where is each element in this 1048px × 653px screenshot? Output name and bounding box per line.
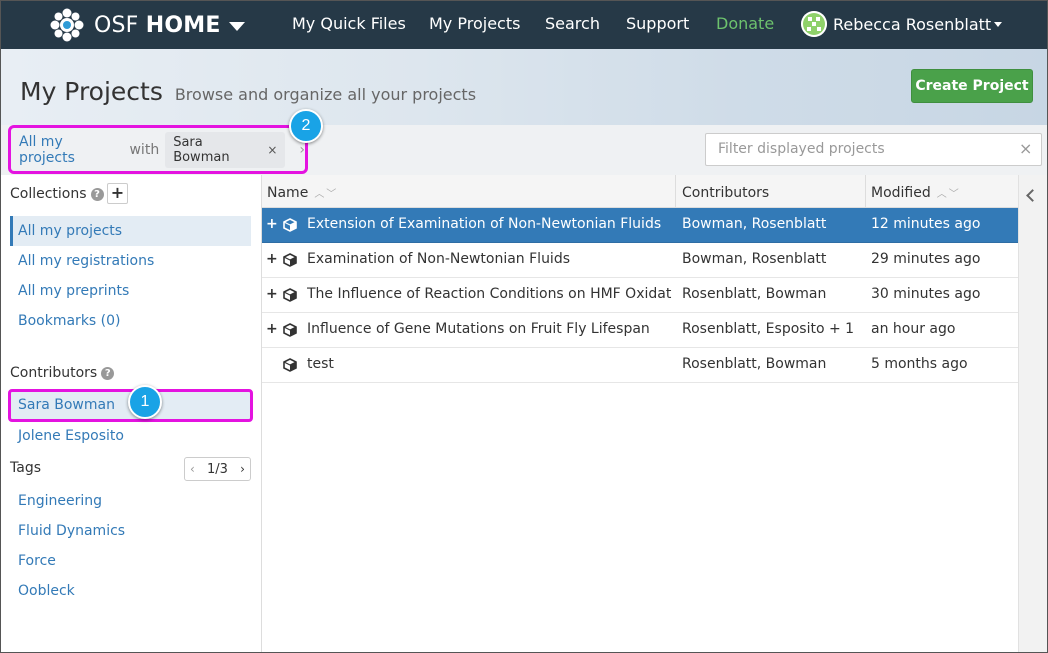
add-collection-button[interactable]: + <box>107 183 128 204</box>
collections-heading: Collections ? <box>10 186 104 202</box>
contributor-filter-chip: Sara Bowman × <box>165 131 286 168</box>
sidebar-tag-engineering[interactable]: Engineering <box>10 486 251 516</box>
pager-prev-icon[interactable]: ‹ <box>190 462 195 476</box>
modified-cell: 29 minutes ago <box>871 251 981 267</box>
tags-heading: Tags <box>10 460 41 476</box>
osf-home-menu[interactable]: OSF HOME <box>50 7 245 43</box>
contributors-cell: Rosenblatt, Bowman <box>682 356 827 372</box>
project-name-cell[interactable]: The Influence of Reaction Conditions on … <box>307 278 672 311</box>
sidebar-tag-fluid-dynamics[interactable]: Fluid Dynamics <box>10 516 251 546</box>
osf-logo-icon <box>50 8 84 42</box>
filter-projects-input[interactable]: Filter displayed projects <box>705 133 1042 166</box>
breadcrumb-with-label: with <box>129 141 160 158</box>
table-row[interactable]: test Rosenblatt, Bowman 5 months ago <box>262 348 1018 383</box>
sort-icon[interactable]: ︿﹀ <box>314 189 338 200</box>
column-header-name[interactable]: Name ︿﹀ <box>267 175 338 208</box>
project-name-cell[interactable]: Influence of Gene Mutations on Fruit Fly… <box>307 313 672 346</box>
project-name-cell[interactable]: Examination of Non-Newtonian Fluids <box>307 243 672 276</box>
remove-filter-icon[interactable]: × <box>267 143 277 157</box>
breadcrumb: All my projects with Sara Bowman × › <box>8 125 308 174</box>
collections-heading-text: Collections <box>10 186 87 202</box>
contributors-cell: Bowman, Rosenblatt <box>682 251 827 267</box>
sidebar-item-all-my-preprints[interactable]: All my preprints <box>10 276 251 306</box>
project-name-cell[interactable]: Extension of Examination of Non-Newtonia… <box>307 208 672 241</box>
column-header-name-label: Name <box>267 185 309 201</box>
create-project-button[interactable]: Create Project <box>911 69 1033 103</box>
project-cube-icon <box>283 288 297 302</box>
contributors-cell: Rosenblatt, Bowman <box>682 286 827 302</box>
filter-bar: All my projects with Sara Bowman × › Fil… <box>1 125 1047 175</box>
sidebar-item-all-my-registrations[interactable]: All my registrations <box>10 246 251 276</box>
grid-header: Name ︿﹀ Contributors Modified ︿﹀ <box>262 175 1018 208</box>
breadcrumb-all-projects[interactable]: All my projects <box>19 134 117 166</box>
column-header-modified[interactable]: Modified ︿﹀ <box>871 175 961 208</box>
info-panel-toggle[interactable] <box>1018 175 1047 652</box>
help-icon[interactable]: ? <box>90 187 104 201</box>
project-cube-icon <box>283 323 297 337</box>
table-row[interactable]: + Influence of Gene Mutations on Fruit Fl… <box>262 313 1018 348</box>
sidebar: Collections ? + All my projects All my r… <box>1 175 262 652</box>
sidebar-item-bookmarks[interactable]: Bookmarks (0) <box>10 306 251 336</box>
table-row[interactable]: + Examination of Non-Newtonian Fluids Bowm… <box>262 243 1018 278</box>
help-icon[interactable]: ? <box>101 366 115 380</box>
sort-icon[interactable]: ︿﹀ <box>937 189 961 200</box>
column-divider <box>865 175 866 208</box>
modified-cell: 30 minutes ago <box>871 286 981 302</box>
contributors-cell: Rosenblatt, Esposito + 1 <box>682 321 855 337</box>
nav-link-my-quick-files[interactable]: My Quick Files <box>292 14 406 33</box>
chevron-left-icon <box>1026 189 1039 202</box>
user-name: Rebecca Rosenblatt <box>833 14 992 34</box>
caret-down-icon <box>228 21 245 31</box>
sidebar-tag-force[interactable]: Force <box>10 546 251 576</box>
project-cube-icon <box>283 358 297 372</box>
brand-bold: HOME <box>145 12 221 38</box>
table-row[interactable]: + The Influence of Reaction Conditions on… <box>262 278 1018 313</box>
callout-badge-1: 1 <box>128 385 162 419</box>
column-divider <box>675 175 676 208</box>
expand-toggle-icon[interactable]: + <box>266 208 278 241</box>
nav-link-search[interactable]: Search <box>545 14 600 33</box>
modified-cell: 12 minutes ago <box>871 216 981 232</box>
clear-filter-icon[interactable]: × <box>1019 139 1032 158</box>
page-title-text: My Projects <box>20 77 163 106</box>
page-header: My Projects Browse and organize all your… <box>1 49 1047 125</box>
nav-link-support[interactable]: Support <box>626 14 689 33</box>
project-cube-icon <box>283 218 297 232</box>
chip-label: Sara Bowman <box>173 134 230 165</box>
user-menu[interactable]: Rebecca Rosenblatt <box>801 11 1003 37</box>
nav-link-my-projects[interactable]: My Projects <box>429 14 520 33</box>
sidebar-tag-oobleck[interactable]: Oobleck <box>10 576 251 606</box>
chevron-right-icon: › <box>299 141 305 158</box>
expand-toggle-icon[interactable]: + <box>266 313 278 346</box>
column-header-contributors: Contributors <box>682 185 770 201</box>
project-cube-icon <box>283 253 297 267</box>
top-navbar: OSF HOME My Quick Files My Projects Sear… <box>1 1 1047 49</box>
caret-down-icon <box>994 21 1003 27</box>
contributors-heading: Contributors ? <box>10 365 115 381</box>
tags-page-indicator: 1/3 <box>207 461 228 477</box>
tags-pager: ‹ 1/3 › <box>184 457 251 481</box>
project-name-cell[interactable]: test <box>307 348 672 381</box>
sidebar-item-all-my-projects[interactable]: All my projects <box>10 216 251 246</box>
contributors-heading-text: Contributors <box>10 365 98 381</box>
avatar <box>801 11 827 37</box>
brand-text: OSF HOME <box>94 13 221 38</box>
page-title: My Projects Browse and organize all your… <box>20 77 476 106</box>
pager-next-icon[interactable]: › <box>240 462 245 476</box>
expand-toggle-icon[interactable]: + <box>266 278 278 311</box>
brand-plain: OSF <box>94 12 146 38</box>
expand-toggle-icon[interactable]: + <box>266 243 278 276</box>
page-subtitle: Browse and organize all your projects <box>174 85 477 104</box>
sidebar-item-jolene-esposito[interactable]: Jolene Esposito <box>10 421 251 451</box>
project-grid: Name ︿﹀ Contributors Modified ︿﹀ + Extensio… <box>262 175 1018 652</box>
column-header-modified-label: Modified <box>871 185 931 201</box>
nav-link-donate[interactable]: Donate <box>716 14 774 33</box>
modified-cell: an hour ago <box>871 321 956 337</box>
callout-badge-2: 2 <box>289 109 323 143</box>
contributors-cell: Bowman, Rosenblatt <box>682 216 827 232</box>
tags-heading-text: Tags <box>10 460 41 476</box>
app-window: OSF HOME My Quick Files My Projects Sear… <box>0 0 1048 653</box>
table-row[interactable]: + Extension of Examination of Non-Newtoni… <box>262 208 1018 243</box>
modified-cell: 5 months ago <box>871 356 968 372</box>
